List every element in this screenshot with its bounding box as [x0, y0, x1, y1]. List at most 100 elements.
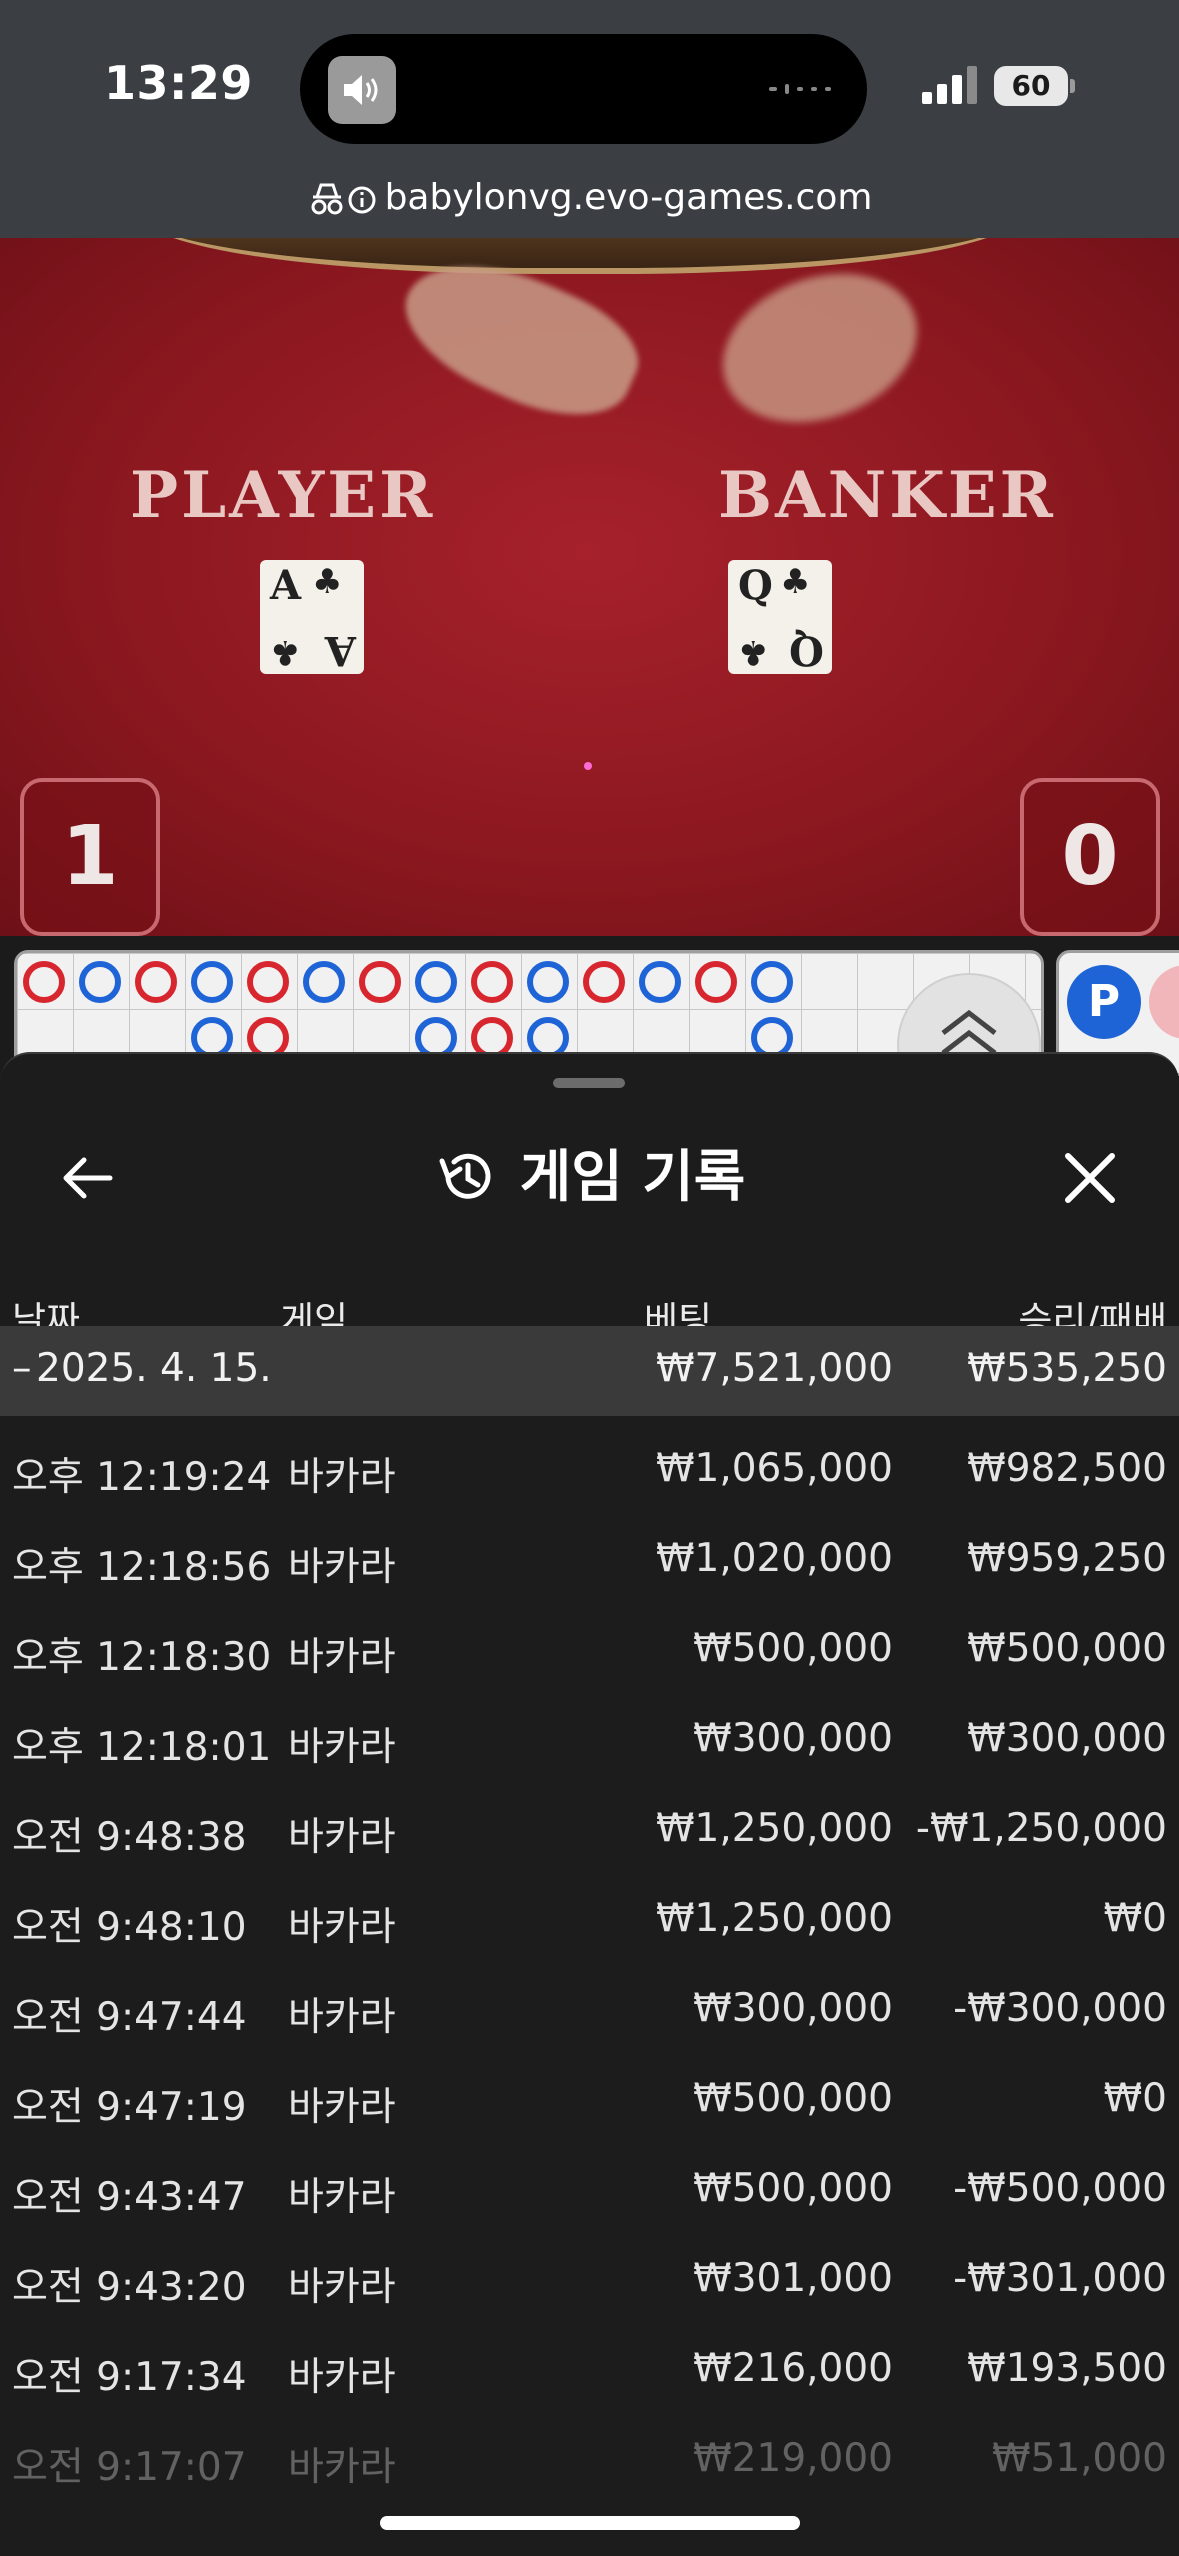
history-row[interactable]: 오전 9:17:34 바카라 ₩216,000 ₩193,500 [0, 2316, 1179, 2406]
row-bet: ₩1,065,000 [655, 1446, 893, 1491]
row-game: 바카라 [288, 2175, 396, 2220]
road-player-mark [415, 961, 457, 1003]
row-time: 오전 9:48:38 [12, 1815, 247, 1860]
screen: 13:29 60 babylonvg.evo-games.com PLAYER … [0, 0, 1179, 2556]
clock: 13:29 [104, 56, 253, 110]
club-suit-icon: ♣ [738, 632, 769, 672]
row-time: 오전 9:47:44 [12, 1995, 247, 2040]
speaker-icon [328, 56, 396, 124]
row-bet: ₩301,000 [693, 2256, 893, 2301]
sheet-grabber[interactable] [553, 1078, 625, 1088]
home-indicator[interactable] [380, 2516, 800, 2530]
row-result: ₩300,000 [967, 1716, 1167, 1761]
row-time: 오후 12:18:01 [12, 1725, 272, 1770]
road-banker-mark [247, 961, 289, 1003]
row-game: 바카라 [288, 1815, 396, 1860]
laser-dot [584, 762, 592, 770]
chip-tray [140, 238, 1020, 274]
row-result: ₩0 [1103, 1896, 1167, 1941]
url-text: babylonvg.evo-games.com [384, 177, 873, 218]
row-result: -₩1,250,000 [915, 1806, 1167, 1851]
row-bet: ₩216,000 [693, 2346, 893, 2391]
collapse-toggle[interactable]: – [12, 1346, 32, 1391]
close-button[interactable] [1058, 1146, 1122, 1210]
history-row[interactable]: 오후 12:19:24 바카라 ₩1,065,000 ₩982,500 [0, 1416, 1179, 1506]
title-text: 게임 기록 [519, 1145, 746, 1210]
row-result: ₩959,250 [967, 1536, 1167, 1581]
history-row[interactable]: 오후 12:18:30 바카라 ₩500,000 ₩500,000 [0, 1596, 1179, 1686]
audio-wave-icon [769, 84, 831, 94]
player-ask-badge[interactable]: P [1067, 965, 1141, 1039]
road-player-mark [303, 961, 345, 1003]
dealer-hand [702, 248, 938, 448]
card-rank: A [324, 627, 356, 674]
player-card: A ♣ ♣ A [260, 560, 364, 674]
row-result: -₩300,000 [953, 1986, 1167, 2031]
history-row[interactable]: 오후 12:18:56 바카라 ₩1,020,000 ₩959,250 [0, 1506, 1179, 1596]
banker-ask-badge[interactable] [1149, 965, 1179, 1039]
road-banker-mark [583, 961, 625, 1003]
history-row[interactable]: 오전 9:47:19 바카라 ₩500,000 ₩0 [0, 2046, 1179, 2136]
row-time: 오전 9:48:10 [12, 1905, 247, 1950]
row-bet: ₩300,000 [693, 1986, 893, 2031]
row-bet: ₩500,000 [693, 2076, 893, 2121]
history-row[interactable]: 오후 12:18:01 바카라 ₩300,000 ₩300,000 [0, 1686, 1179, 1776]
road-banker-mark [23, 961, 65, 1003]
row-time: 오전 9:43:47 [12, 2175, 247, 2220]
row-result: -₩301,000 [953, 2256, 1167, 2301]
group-total-bet: ₩7,521,000 [655, 1346, 893, 1391]
row-bet: ₩219,000 [693, 2436, 893, 2481]
group-total-win-loss: ₩535,250 [967, 1346, 1167, 1391]
row-game: 바카라 [288, 1905, 396, 1950]
history-icon [439, 1153, 491, 1199]
row-game: 바카라 [288, 1455, 396, 1500]
history-row[interactable]: 오전 9:48:38 바카라 ₩1,250,000 -₩1,250,000 [0, 1776, 1179, 1866]
row-bet: ₩500,000 [693, 1626, 893, 1671]
row-game: 바카라 [288, 1725, 396, 1770]
cellular-signal-icon [922, 66, 977, 104]
row-game: 바카라 [288, 2355, 396, 2400]
row-game: 바카라 [288, 1545, 396, 1590]
player-label: PLAYER [130, 458, 436, 533]
history-row[interactable]: 오전 9:48:10 바카라 ₩1,250,000 ₩0 [0, 1866, 1179, 1956]
row-bet: ₩300,000 [693, 1716, 893, 1761]
history-row[interactable]: 오전 9:17:07 바카라 ₩219,000 ₩51,000 [0, 2406, 1179, 2496]
row-time: 오후 12:18:30 [12, 1635, 272, 1680]
card-rank: Q [789, 627, 824, 674]
row-result: ₩982,500 [967, 1446, 1167, 1491]
row-bet: ₩1,250,000 [655, 1896, 893, 1941]
battery-icon: 60 [994, 66, 1068, 106]
row-game: 바카라 [288, 1995, 396, 2040]
history-list: 오후 12:19:24 바카라 ₩1,065,000 ₩982,500 오후 1… [0, 1416, 1179, 2496]
row-time: 오전 9:47:19 [12, 2085, 247, 2130]
live-video[interactable]: PLAYER BANKER A ♣ ♣ A Q ♣ ♣ Q 1 0 [0, 238, 1179, 936]
history-row[interactable]: 오전 9:47:44 바카라 ₩300,000 -₩300,000 [0, 1956, 1179, 2046]
club-suit-icon: ♣ [780, 562, 811, 602]
road-player-mark [527, 961, 569, 1003]
row-time: 오후 12:18:56 [12, 1545, 272, 1590]
row-bet: ₩500,000 [693, 2166, 893, 2211]
row-result: ₩51,000 [991, 2436, 1167, 2481]
club-suit-icon: ♣ [312, 562, 343, 602]
row-result: ₩193,500 [967, 2346, 1167, 2391]
game-history-sheet: 게임 기록 날짜 게임 베팅 승리/패배 – 2025. 4. 15. ₩7,5… [0, 1052, 1179, 2556]
banker-score: 0 [1020, 778, 1160, 936]
incognito-icon [311, 183, 376, 215]
row-time: 오전 9:43:20 [12, 2265, 247, 2310]
road-player-mark [79, 961, 121, 1003]
battery-cap [1070, 79, 1075, 93]
close-icon [1065, 1153, 1115, 1203]
road-banker-mark [471, 961, 513, 1003]
history-row[interactable]: 오전 9:43:20 바카라 ₩301,000 -₩301,000 [0, 2226, 1179, 2316]
road-player-mark [751, 961, 793, 1003]
date-group-row[interactable]: – 2025. 4. 15. ₩7,521,000 ₩535,250 [0, 1326, 1179, 1416]
status-bar: 13:29 60 babylonvg.evo-games.com [0, 0, 1179, 238]
history-row[interactable]: 오전 9:43:47 바카라 ₩500,000 -₩500,000 [0, 2136, 1179, 2226]
road-banker-mark [359, 961, 401, 1003]
row-time: 오후 12:19:24 [12, 1455, 272, 1500]
address-bar[interactable]: babylonvg.evo-games.com [0, 168, 1179, 228]
row-time: 오전 9:17:07 [12, 2445, 247, 2490]
row-game: 바카라 [288, 2265, 396, 2310]
banker-label: BANKER [718, 458, 1056, 533]
road-player-mark [639, 961, 681, 1003]
